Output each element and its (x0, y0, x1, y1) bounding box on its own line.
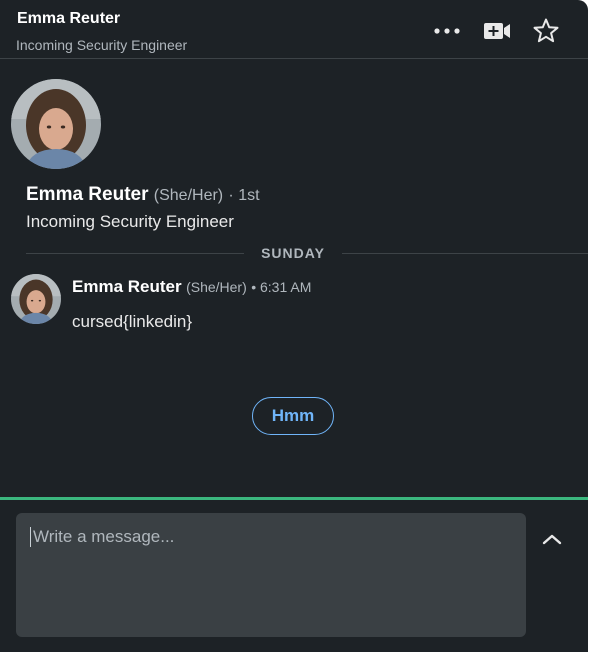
suggested-reply-button[interactable]: Hmm (252, 397, 334, 435)
profile-headline: Incoming Security Engineer (26, 212, 234, 231)
expand-compose-button[interactable] (538, 525, 566, 553)
message-time: • 6:31 AM (251, 279, 312, 295)
profile-pronouns: (She/Her) (153, 187, 224, 204)
message-sender-pronouns: (She/Her) (186, 279, 247, 295)
video-add-icon[interactable] (482, 16, 512, 46)
compose-box[interactable] (16, 513, 526, 637)
profile-avatar[interactable] (11, 79, 101, 169)
message-header: Emma Reuter (She/Her) • 6:31 AM (72, 277, 311, 297)
message-input[interactable] (30, 527, 503, 547)
message-sender[interactable]: Emma Reuter (72, 277, 182, 296)
profile-name-line: Emma Reuter (She/Her) · 1st (26, 184, 260, 206)
profile-name[interactable]: Emma Reuter (26, 184, 149, 205)
header-name[interactable]: Emma Reuter (17, 10, 120, 28)
chevron-up-icon (542, 534, 562, 545)
message-avatar[interactable] (11, 274, 61, 324)
compose-focus-bar (0, 497, 588, 500)
header-subtitle: Incoming Security Engineer (16, 37, 188, 53)
conversation-header: Emma Reuter Incoming Security Engineer (0, 0, 588, 59)
day-divider-label: SUNDAY (244, 245, 342, 261)
messaging-window: Emma Reuter Incoming Security Engineer E… (0, 0, 588, 652)
more-options-icon[interactable] (432, 16, 462, 46)
star-icon[interactable] (531, 16, 561, 46)
connection-degree: · 1st (228, 187, 260, 204)
message-text: cursed{linkedin} (72, 312, 193, 331)
